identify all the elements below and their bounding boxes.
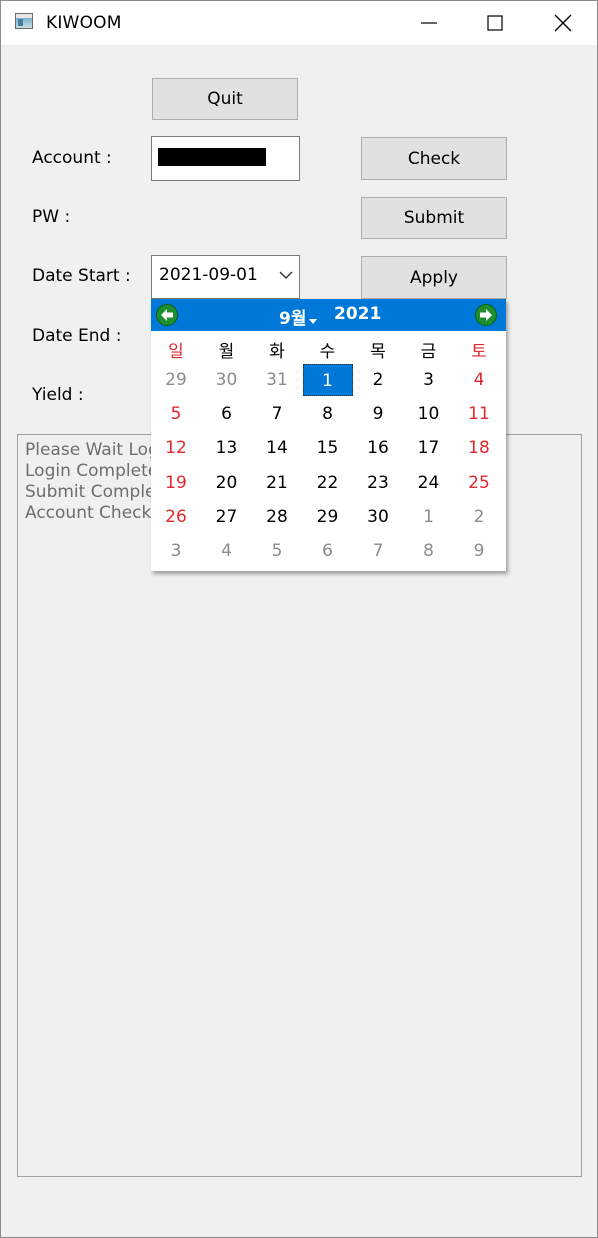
maximize-button[interactable] xyxy=(461,1,529,45)
submit-button[interactable]: Submit xyxy=(361,197,507,239)
calendar-day[interactable]: 12 xyxy=(151,432,201,464)
calendar-day[interactable]: 20 xyxy=(202,467,252,499)
weekday-header: 월 xyxy=(218,342,235,362)
account-field[interactable] xyxy=(151,136,300,181)
calendar-day[interactable]: 19 xyxy=(151,467,201,499)
arrow-right-icon xyxy=(480,309,492,321)
calendar-day[interactable]: 8 xyxy=(303,398,353,430)
calendar-dropdown: 9월 2021 일월화수목금토 29 30 31 1 2 3 4 5 6 7 8 9 10 11 12 13 1… xyxy=(151,299,506,571)
calendar-year[interactable]: 2021 xyxy=(334,304,381,324)
quit-button[interactable]: Quit xyxy=(152,78,298,120)
calendar-day[interactable]: 14 xyxy=(252,432,302,464)
calendar-day[interactable]: 9 xyxy=(353,398,403,430)
calendar-day[interactable]: 6 xyxy=(202,398,252,430)
calendar-day[interactable]: 5 xyxy=(252,535,302,567)
calendar-day[interactable]: 10 xyxy=(404,398,454,430)
calendar-day[interactable]: 13 xyxy=(202,432,252,464)
next-month-button[interactable] xyxy=(475,304,497,326)
calendar-day[interactable]: 24 xyxy=(404,467,454,499)
weekday-header: 화 xyxy=(269,342,285,362)
calendar-day[interactable]: 3 xyxy=(404,364,454,396)
calendar-day[interactable]: 3 xyxy=(151,535,201,567)
calendar-day[interactable]: 31 xyxy=(252,364,302,396)
calendar-header: 9월 2021 xyxy=(151,299,506,331)
calendar-day[interactable]: 26 xyxy=(151,501,201,533)
calendar-day[interactable]: 16 xyxy=(353,432,403,464)
calendar-day[interactable]: 2 xyxy=(353,364,403,396)
calendar-day[interactable]: 7 xyxy=(252,398,302,430)
calendar-day[interactable]: 2 xyxy=(454,501,504,533)
calendar-day[interactable]: 9 xyxy=(454,535,504,567)
calendar-month[interactable]: 9월 xyxy=(279,304,306,329)
date-start-picker[interactable]: 2021-09-01 xyxy=(151,255,300,299)
calendar-day[interactable]: 11 xyxy=(454,398,504,430)
weekday-header: 금 xyxy=(420,342,437,362)
calendar-day[interactable]: 8 xyxy=(404,535,454,567)
chevron-down-icon[interactable] xyxy=(279,271,293,280)
caret-down-icon xyxy=(309,319,317,324)
calendar-day[interactable]: 22 xyxy=(303,467,353,499)
calendar-day[interactable]: 29 xyxy=(151,364,201,396)
close-icon xyxy=(554,14,572,32)
minimize-icon xyxy=(421,22,437,24)
calendar-day[interactable]: 1 xyxy=(302,364,353,396)
calendar-day[interactable]: 5 xyxy=(151,398,201,430)
apply-button[interactable]: Apply xyxy=(361,256,507,299)
prev-month-button[interactable] xyxy=(156,304,178,326)
calendar-day[interactable]: 4 xyxy=(454,364,504,396)
calendar-day[interactable]: 7 xyxy=(353,535,403,567)
calendar-day[interactable]: 23 xyxy=(353,467,403,499)
date-start-value: 2021-09-01 xyxy=(159,265,258,285)
weekday-header: 토 xyxy=(471,342,487,362)
title-bar: KIWOOM xyxy=(1,1,597,45)
minimize-button[interactable] xyxy=(395,1,463,45)
log-line: Account Check xyxy=(25,503,152,523)
account-value-masked xyxy=(158,148,266,166)
calendar-day[interactable]: 30 xyxy=(353,501,403,533)
calendar-day[interactable]: 1 xyxy=(404,501,454,533)
calendar-day[interactable]: 21 xyxy=(252,467,302,499)
calendar-day[interactable]: 18 xyxy=(454,432,504,464)
account-label: Account : xyxy=(32,148,112,168)
calendar-day[interactable]: 28 xyxy=(252,501,302,533)
calendar-day[interactable]: 27 xyxy=(202,501,252,533)
calendar-day[interactable]: 29 xyxy=(303,501,353,533)
app-icon xyxy=(15,13,33,29)
log-line: Login Complete xyxy=(25,461,159,481)
date-end-label: Date End : xyxy=(32,326,122,346)
calendar-day[interactable]: 17 xyxy=(404,432,454,464)
calendar-day[interactable]: 30 xyxy=(202,364,252,396)
window-title: KIWOOM xyxy=(46,13,122,33)
date-start-label: Date Start : xyxy=(32,266,131,286)
close-button[interactable] xyxy=(529,1,597,45)
arrow-left-icon xyxy=(161,309,173,321)
calendar-day[interactable]: 25 xyxy=(454,467,504,499)
calendar-day[interactable]: 15 xyxy=(303,432,353,464)
yield-label: Yield : xyxy=(32,385,84,405)
weekday-header: 일 xyxy=(168,342,184,362)
weekday-header: 목 xyxy=(370,342,386,362)
check-button[interactable]: Check xyxy=(361,137,507,180)
client-area: Quit Account : Check PW : Submit Date St… xyxy=(1,45,597,1237)
maximize-icon xyxy=(487,15,503,31)
pw-label: PW : xyxy=(32,207,71,227)
weekday-header: 수 xyxy=(319,342,336,362)
calendar-day[interactable]: 4 xyxy=(202,535,252,567)
calendar-day[interactable]: 6 xyxy=(303,535,353,567)
app-window: KIWOOM Quit Account : Check PW : Submit … xyxy=(0,0,598,1238)
